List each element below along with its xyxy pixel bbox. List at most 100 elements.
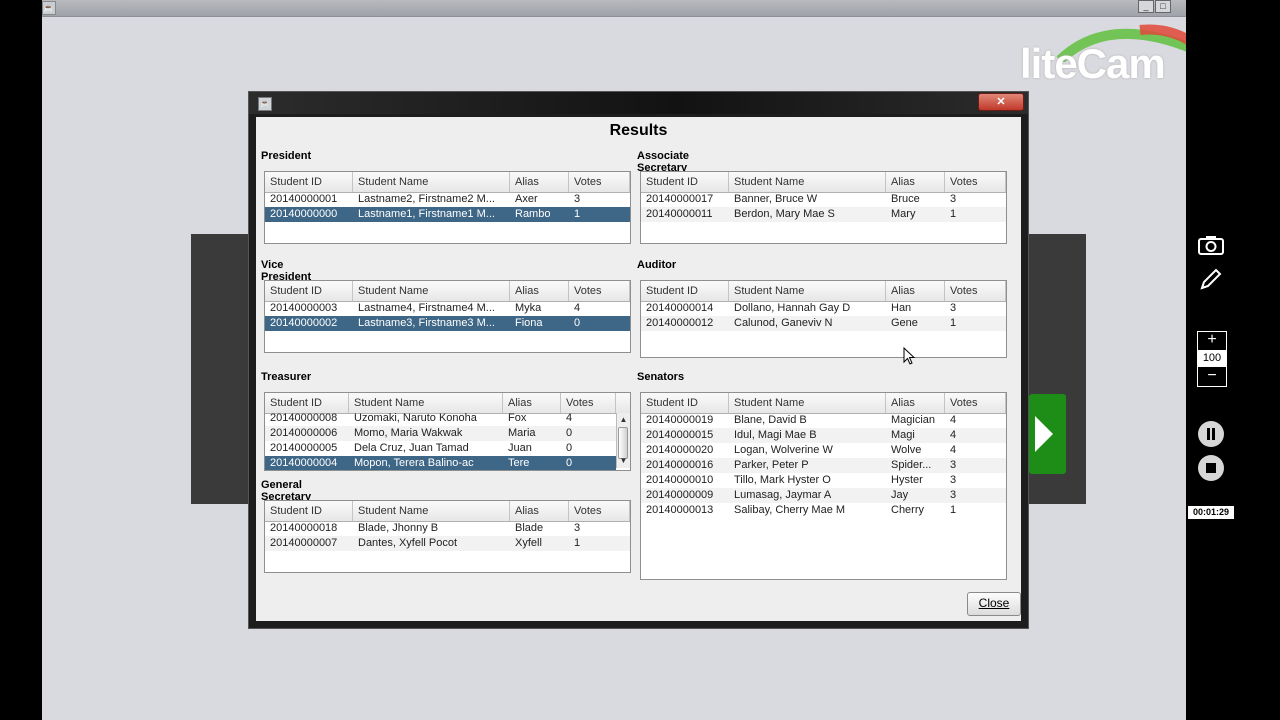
table-row[interactable]: 20140000008 Uzomaki, Naruto Konoha Fox 4 — [265, 411, 616, 426]
table-row[interactable]: 20140000017 Banner, Bruce W Bruce 3 — [641, 192, 1006, 207]
results-table-treasurer[interactable]: Student ID Student Name Alias Votes 20140000… — [264, 392, 631, 471]
table-row[interactable]: 20140000004 Mopon, Terera Balino-ac Tere 0 — [265, 456, 616, 470]
results-table-general-secretary[interactable]: Student ID Student Name Alias Votes 20140000… — [264, 500, 631, 573]
table-row[interactable]: 20140000011 Berdon, Mary Mae S Mary 1 — [641, 207, 1006, 222]
column-header-alias[interactable]: Alias — [510, 501, 569, 521]
cell-votes: 3 — [574, 193, 581, 205]
camera-icon[interactable] — [1197, 234, 1225, 256]
cell-name: Calunod, Ganeviv N — [734, 317, 833, 329]
column-header-votes[interactable]: Votes — [569, 281, 630, 301]
table-row[interactable]: 20140000003 Lastname4, Firstname4 M... Myk… — [265, 301, 630, 316]
java-icon: ☕ — [258, 97, 272, 111]
table-row[interactable]: 20140000005 Dela Cruz, Juan Tamad Juan 0 — [265, 441, 616, 456]
cell-alias: Magician — [891, 414, 936, 426]
column-header-alias[interactable]: Alias — [886, 393, 945, 413]
table-row[interactable]: 20140000018 Blade, Jhonny B Blade 3 — [265, 521, 630, 536]
scroll-up-icon[interactable]: ▲ — [617, 413, 630, 427]
cell-id: 20140000016 — [646, 459, 714, 471]
stop-icon[interactable] — [1198, 455, 1224, 481]
table-header: Student ID Student Name Alias Votes — [265, 501, 630, 522]
cell-id: 20140000017 — [646, 193, 714, 205]
cell-alias: Gene — [891, 317, 918, 329]
table-row[interactable]: 20140000000 Lastname1, Firstname1 M... Ram… — [265, 207, 630, 222]
results-table-auditor[interactable]: Student ID Student Name Alias Votes 20140000… — [640, 280, 1007, 358]
cell-votes: 3 — [950, 193, 957, 205]
cell-votes: 1 — [950, 208, 957, 220]
column-header-votes[interactable]: Votes — [945, 393, 1006, 413]
results-table-vice-president[interactable]: Student ID Student Name Alias Votes 20140000… — [264, 280, 631, 353]
pause-icon[interactable] — [1198, 421, 1224, 447]
results-table-associate-secretary[interactable]: Student ID Student Name Alias Votes 20140000… — [640, 171, 1007, 244]
table-row[interactable]: 20140000016 Parker, Peter P Spider... 3 — [641, 458, 1006, 473]
table-row[interactable]: 20140000014 Dollano, Hannah Gay D Han 3 — [641, 301, 1006, 316]
zoom-control[interactable]: + 100 − — [1197, 331, 1227, 387]
column-header-name[interactable]: Student Name — [353, 501, 510, 521]
column-header-name[interactable]: Student Name — [349, 393, 503, 413]
cell-votes: 4 — [950, 429, 957, 441]
table-row[interactable]: 20140000013 Salibay, Cherry Mae M Cherry 1 — [641, 503, 1006, 518]
table-row[interactable]: 20140000001 Lastname2, Firstname2 M... Axe… — [265, 192, 630, 207]
table-row[interactable]: 20140000007 Dantes, Xyfell Pocot Xyfell 1 — [265, 536, 630, 551]
column-header-alias[interactable]: Alias — [510, 172, 569, 192]
results-table-senators[interactable]: Student ID Student Name Alias Votes 20140000… — [640, 392, 1007, 580]
vertical-scrollbar[interactable]: ▲ ▼ — [616, 413, 630, 468]
brand-text: liteCam — [1020, 40, 1166, 87]
column-header-votes[interactable]: Votes — [569, 172, 630, 192]
cell-votes: 3 — [950, 302, 957, 314]
column-header-votes[interactable]: Votes — [561, 393, 616, 413]
table-row[interactable]: 20140000012 Calunod, Ganeviv N Gene 1 — [641, 316, 1006, 331]
table-row[interactable]: 20140000010 Tillo, Mark Hyster O Hyster 3 — [641, 473, 1006, 488]
cell-id: 20140000004 — [270, 457, 338, 469]
minimize-icon[interactable]: _ — [1138, 0, 1154, 13]
column-header-votes[interactable]: Votes — [945, 172, 1006, 192]
cell-name: Salibay, Cherry Mae M — [734, 504, 846, 516]
zoom-in-button[interactable]: + — [1198, 332, 1226, 349]
close-button[interactable]: Close — [967, 592, 1021, 616]
table-row[interactable]: 20140000009 Lumasag, Jaymar A Jay 3 — [641, 488, 1006, 503]
cell-id: 20140000015 — [646, 429, 714, 441]
column-header-name[interactable]: Student Name — [729, 393, 886, 413]
table-row[interactable]: 20140000006 Momo, Maria Wakwak Maria 0 — [265, 426, 616, 441]
results-table-president[interactable]: Student ID Student Name Alias Votes 20140000… — [264, 171, 631, 244]
cell-votes: 0 — [566, 442, 573, 454]
zoom-out-button[interactable]: − — [1198, 368, 1226, 385]
table-row[interactable]: 20140000019 Blane, David B Magician 4 — [641, 413, 1006, 428]
cell-votes: 3 — [574, 522, 581, 534]
column-header-alias[interactable]: Alias — [503, 393, 561, 413]
window-close-button[interactable]: ✕ — [978, 93, 1024, 111]
table-row[interactable]: 20140000015 Idul, Magi Mae B Magi 4 — [641, 428, 1006, 443]
column-header-id[interactable]: Student ID — [265, 281, 353, 301]
scroll-down-icon[interactable]: ▼ — [617, 454, 630, 468]
column-header-name[interactable]: Student Name — [353, 281, 510, 301]
column-header-id[interactable]: Student ID — [641, 281, 729, 301]
cell-name: Lastname4, Firstname4 M... — [358, 302, 495, 314]
recording-timer: 00:01:29 — [1188, 506, 1234, 519]
column-header-id[interactable]: Student ID — [265, 393, 349, 413]
column-header-id[interactable]: Student ID — [641, 172, 729, 192]
next-button[interactable] — [1029, 394, 1066, 474]
cell-alias: Hyster — [891, 474, 923, 486]
column-header-id[interactable]: Student ID — [641, 393, 729, 413]
table-row[interactable]: 20140000002 Lastname3, Firstname3 M... Fio… — [265, 316, 630, 331]
column-header-name[interactable]: Student Name — [353, 172, 510, 192]
cell-name: Dela Cruz, Juan Tamad — [354, 442, 469, 454]
column-header-votes[interactable]: Votes — [569, 501, 630, 521]
dialog-titlebar[interactable]: ☕ ✕ — [249, 92, 1028, 114]
column-header-id[interactable]: Student ID — [265, 501, 353, 521]
cell-id: 20140000002 — [270, 317, 338, 329]
table-row[interactable]: 20140000020 Logan, Wolverine W Wolve 4 — [641, 443, 1006, 458]
table-header: Student ID Student Name Alias Votes — [265, 281, 630, 302]
pen-icon[interactable] — [1198, 266, 1224, 292]
column-header-alias[interactable]: Alias — [886, 281, 945, 301]
column-header-votes[interactable]: Votes — [945, 281, 1006, 301]
cell-alias: Fox — [508, 412, 527, 424]
column-header-id[interactable]: Student ID — [265, 172, 353, 192]
column-header-name[interactable]: Student Name — [729, 281, 886, 301]
column-header-alias[interactable]: Alias — [510, 281, 569, 301]
maximize-icon[interactable]: □ — [1155, 0, 1171, 13]
column-header-alias[interactable]: Alias — [886, 172, 945, 192]
cell-id: 20140000010 — [646, 474, 714, 486]
column-header-name[interactable]: Student Name — [729, 172, 886, 192]
cell-alias: Fiona — [515, 317, 543, 329]
cell-name: Lastname2, Firstname2 M... — [358, 193, 495, 205]
